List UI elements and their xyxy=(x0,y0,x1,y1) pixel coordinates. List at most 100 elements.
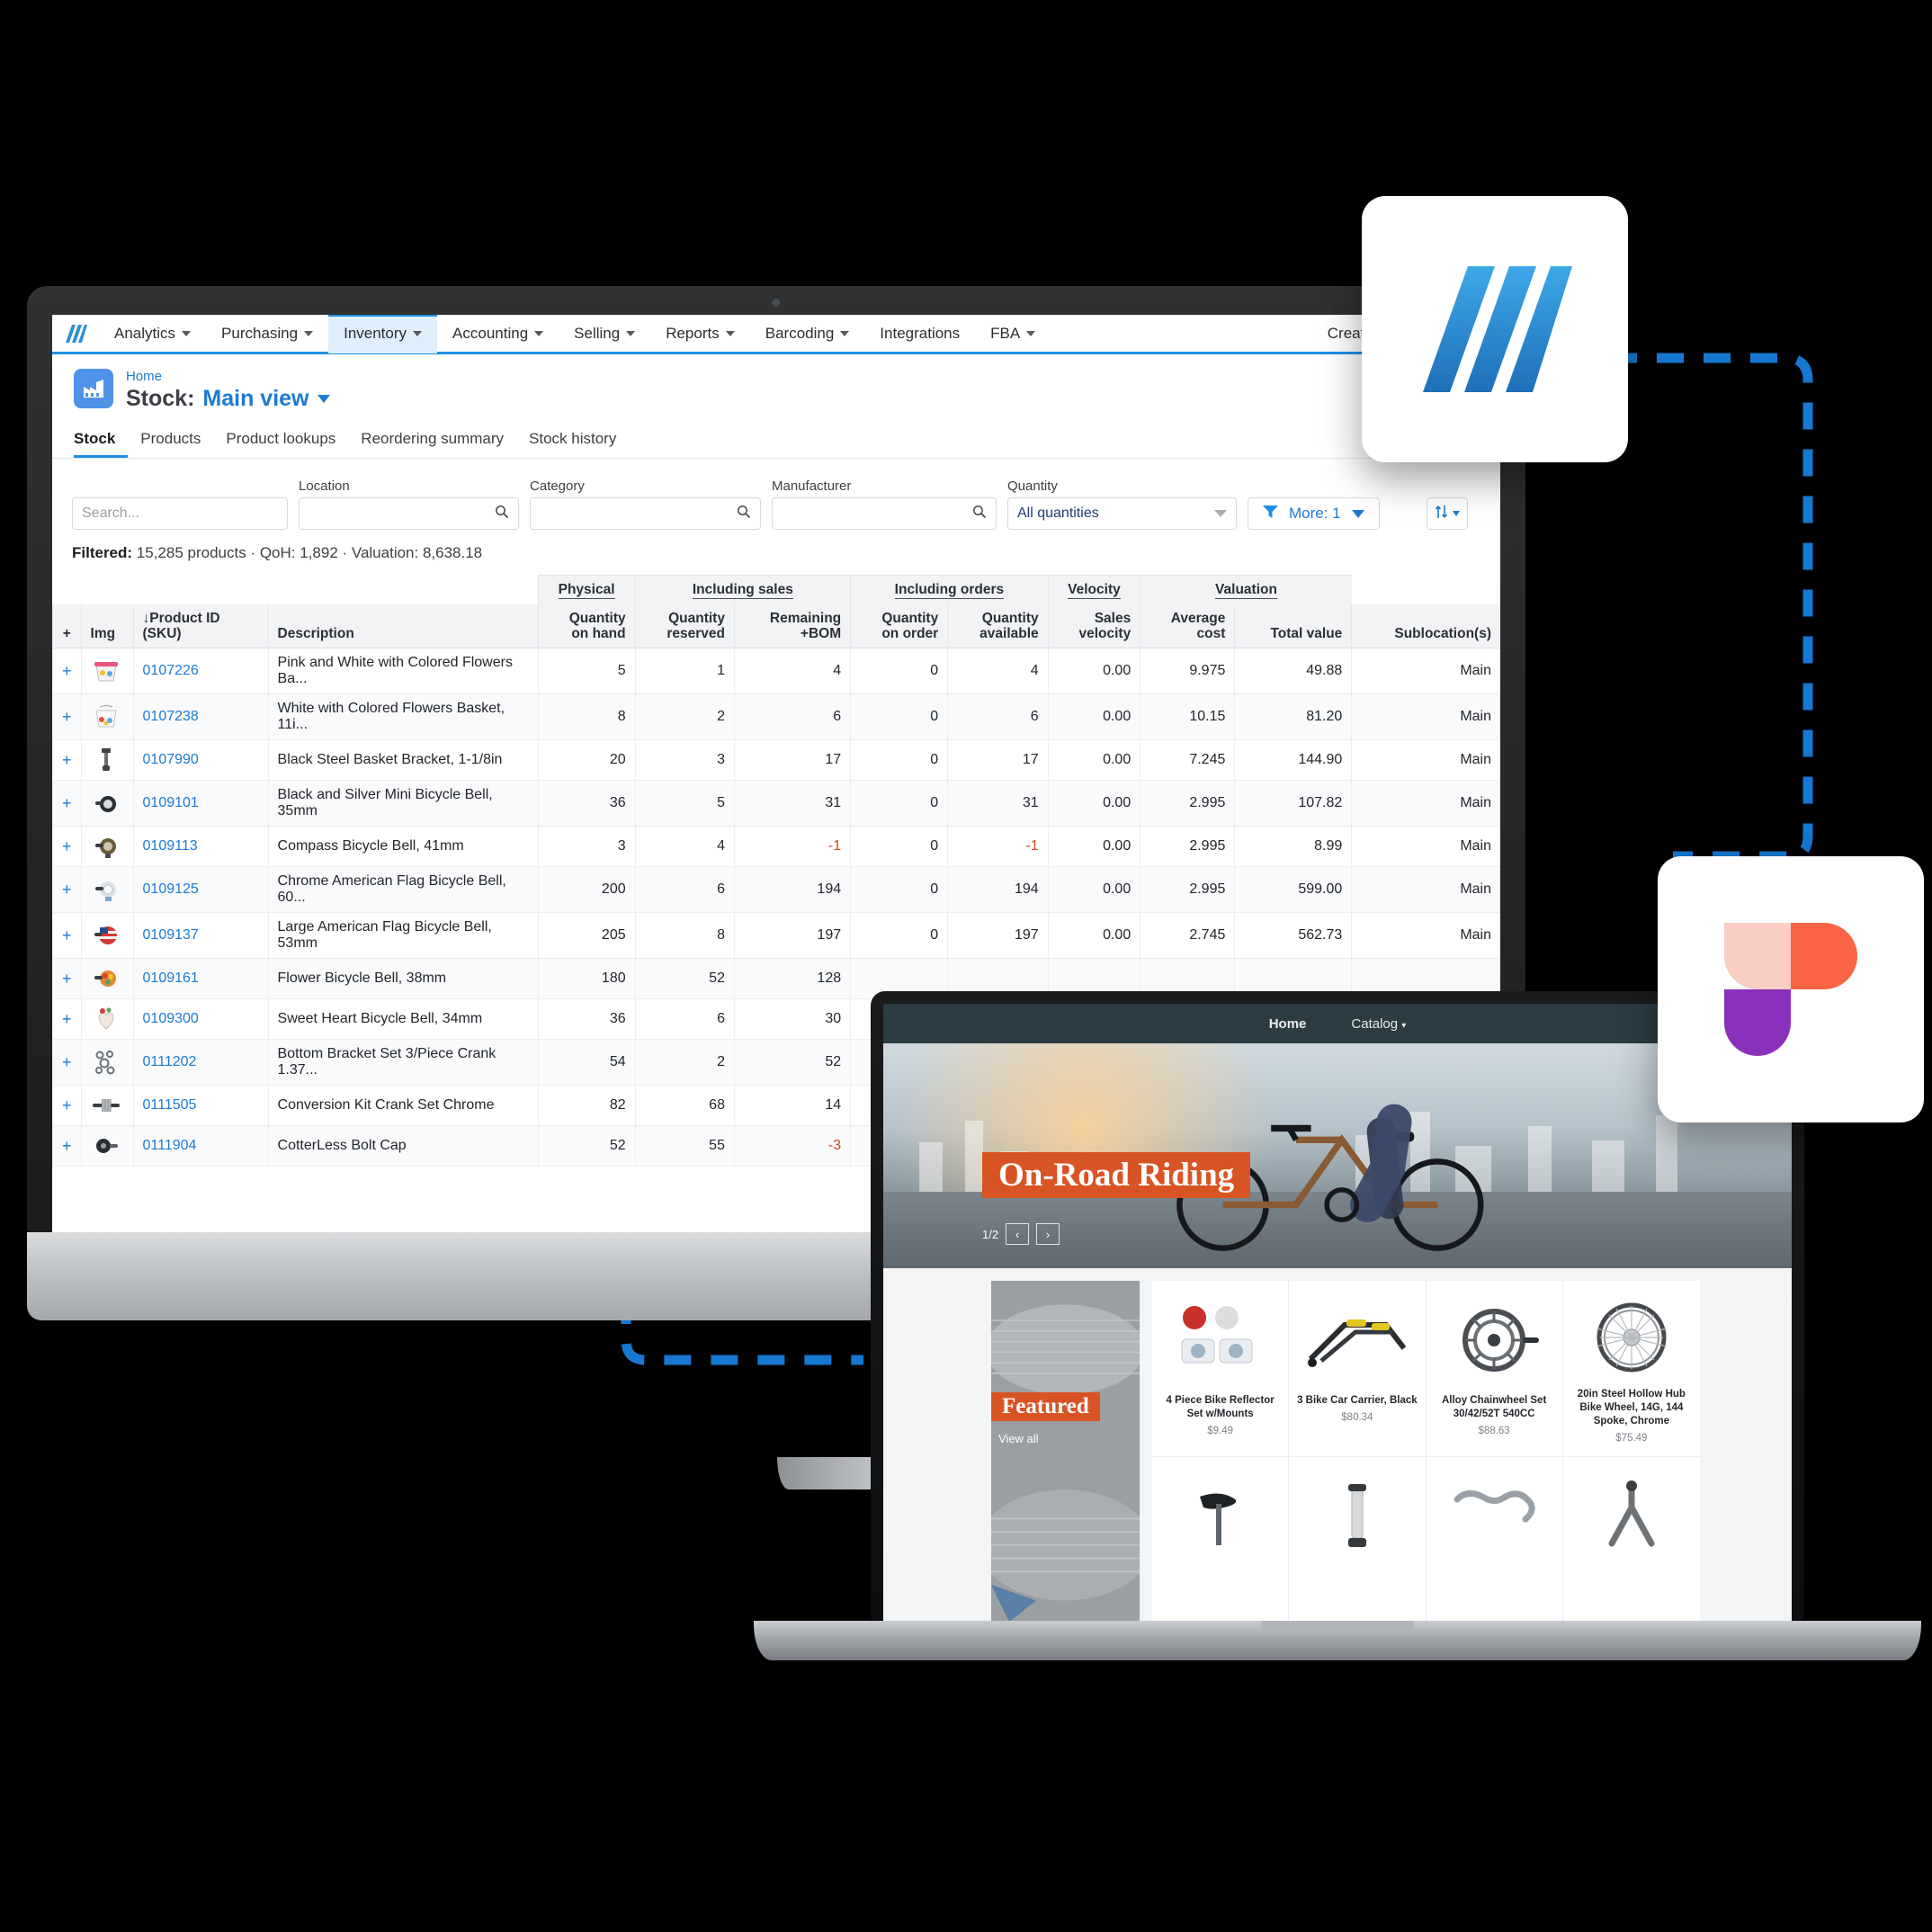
table-row[interactable]: +0109113 Compass Bicycle Bell, 41mm 3 4 -1 0-… xyxy=(52,826,1500,867)
tab-stock[interactable]: Stock xyxy=(74,430,128,458)
group-velocity[interactable]: Velocity xyxy=(1047,575,1140,604)
product-card[interactable]: Alloy Chainwheel Set 30/42/52T 540CC $88.… xyxy=(1426,1281,1563,1457)
row-expand-toggle[interactable]: + xyxy=(52,780,82,827)
hero-next-button[interactable]: › xyxy=(1036,1223,1060,1245)
row-expand-toggle[interactable]: + xyxy=(52,912,82,959)
group-including-orders[interactable]: Including orders xyxy=(850,575,1049,604)
product-card[interactable]: 4 Piece Bike Reflector Set w/Mounts $9.49 xyxy=(1152,1281,1290,1457)
expand-all-toggle[interactable]: + xyxy=(52,604,82,648)
sort-button[interactable] xyxy=(1427,497,1468,530)
cell-sku[interactable]: 0109137 xyxy=(132,912,269,959)
group-valuation[interactable]: Valuation xyxy=(1140,575,1352,604)
col-qty-on-order[interactable]: Quantity on order xyxy=(850,604,948,648)
cell-sku[interactable]: 0109125 xyxy=(132,866,269,913)
cell-sku[interactable]: 0109113 xyxy=(132,826,269,867)
product-card[interactable]: 3 Bike Car Carrier, Black $80.34 xyxy=(1289,1281,1427,1457)
col-img[interactable]: Img xyxy=(80,604,134,648)
quantity-select[interactable]: All quantities xyxy=(1007,497,1237,530)
product-card[interactable] xyxy=(1289,1457,1427,1621)
tab-product-lookups[interactable]: Product lookups xyxy=(213,430,348,458)
table-row[interactable]: +0107238 White with Colored Flowers Baske… xyxy=(52,693,1500,740)
cell-sku[interactable]: 0109161 xyxy=(132,958,269,999)
product-card[interactable]: 20in Steel Hollow Hub Bike Wheel, 14G, 1… xyxy=(1562,1281,1700,1457)
cell-sku[interactable]: 0111505 xyxy=(132,1085,269,1126)
row-expand-toggle[interactable]: + xyxy=(52,866,82,913)
nav-item-accounting[interactable]: Accounting xyxy=(437,315,559,353)
page-view-name[interactable]: Main view xyxy=(202,385,309,412)
cell-sku[interactable]: 0107990 xyxy=(132,739,269,781)
group-including-sales[interactable]: Including sales xyxy=(634,575,851,604)
col-qty-available[interactable]: Quantity available xyxy=(947,604,1049,648)
cell-sku[interactable]: 0111904 xyxy=(132,1125,269,1167)
cell-sku[interactable]: 0109101 xyxy=(132,780,269,827)
sku-link[interactable]: 0109101 xyxy=(143,795,199,810)
featured-view-all-link[interactable]: View all xyxy=(998,1432,1039,1445)
nav-item-analytics[interactable]: Analytics xyxy=(99,315,206,353)
sku-link[interactable]: 0107990 xyxy=(143,752,199,767)
col-sales-velocity[interactable]: Sales velocity xyxy=(1047,604,1140,648)
storefront-nav-home[interactable]: Home xyxy=(1266,1006,1309,1047)
group-physical[interactable]: Physical xyxy=(537,575,636,604)
sku-link[interactable]: 0111904 xyxy=(143,1138,197,1153)
product-card[interactable] xyxy=(1563,1457,1700,1621)
product-card[interactable] xyxy=(1427,1457,1563,1621)
nav-item-purchasing[interactable]: Purchasing xyxy=(206,315,328,353)
nav-item-fba[interactable]: FBA xyxy=(975,315,1051,353)
nav-item-barcoding[interactable]: Barcoding xyxy=(750,315,865,353)
col-description[interactable]: Description xyxy=(267,604,539,648)
col-average-cost[interactable]: Average cost xyxy=(1140,604,1235,648)
nav-item-selling[interactable]: Selling xyxy=(559,315,650,353)
sku-link[interactable]: 0109113 xyxy=(143,838,198,854)
location-input[interactable] xyxy=(299,497,519,530)
sku-link[interactable]: 0109300 xyxy=(143,1011,199,1026)
fishbowl-logo-icon[interactable] xyxy=(52,324,99,343)
table-row[interactable]: +0107990 Black Steel Basket Bracket, 1-1/… xyxy=(52,739,1500,781)
row-expand-toggle[interactable]: + xyxy=(52,1085,82,1126)
row-expand-toggle[interactable]: + xyxy=(52,648,82,694)
row-expand-toggle[interactable]: + xyxy=(52,998,82,1040)
row-expand-toggle[interactable]: + xyxy=(52,1039,82,1086)
sku-link[interactable]: 0109137 xyxy=(143,927,199,943)
table-row[interactable]: +0109137 Large American Flag Bicycle Bell… xyxy=(52,912,1500,959)
breadcrumb[interactable]: Home xyxy=(126,369,330,385)
hero-prev-button[interactable]: ‹ xyxy=(1006,1223,1030,1245)
nav-item-inventory[interactable]: Inventory xyxy=(328,315,438,353)
tab-stock-history[interactable]: Stock history xyxy=(516,430,629,458)
cell-sku[interactable]: 0109300 xyxy=(132,998,269,1040)
table-row[interactable]: +0109125 Chrome American Flag Bicycle Bel… xyxy=(52,866,1500,913)
col-sku[interactable]: ↓Product ID (SKU) xyxy=(132,604,269,648)
cell-sku[interactable]: 0107226 xyxy=(132,648,269,694)
col-qty-on-hand[interactable]: Quantity on hand xyxy=(537,604,636,648)
sku-link[interactable]: 0111202 xyxy=(143,1054,197,1069)
table-row[interactable]: +0107226 Pink and White with Colored Flow… xyxy=(52,648,1500,694)
storefront-nav-catalog[interactable]: Catalog ▾ xyxy=(1349,1006,1408,1042)
chevron-down-icon[interactable] xyxy=(317,394,330,403)
nav-item-reports[interactable]: Reports xyxy=(650,315,750,353)
col-sublocations[interactable]: Sublocation(s) xyxy=(1351,604,1500,648)
featured-card[interactable]: Featured View all xyxy=(991,1281,1140,1621)
sku-link[interactable]: 0107238 xyxy=(143,709,199,724)
col-total-value[interactable]: Total value xyxy=(1234,604,1352,648)
tab-products[interactable]: Products xyxy=(128,430,213,458)
figma-logo-tile[interactable] xyxy=(1658,856,1924,1123)
tab-reordering-summary[interactable]: Reordering summary xyxy=(348,430,516,458)
sku-link[interactable]: 0109161 xyxy=(143,970,199,986)
row-expand-toggle[interactable]: + xyxy=(52,693,82,740)
table-row[interactable]: +0109101 Black and Silver Mini Bicycle Be… xyxy=(52,780,1500,827)
sku-link[interactable]: 0109125 xyxy=(143,881,199,897)
more-filters-button[interactable]: More: 1 xyxy=(1248,497,1380,530)
row-expand-toggle[interactable]: + xyxy=(52,826,82,867)
col-remaining-bom[interactable]: Remaining +BOM xyxy=(733,604,851,648)
search-input[interactable]: Search... xyxy=(72,497,288,530)
nav-item-integrations[interactable]: Integrations xyxy=(864,315,975,353)
fishbowl-logo-tile[interactable] xyxy=(1362,196,1628,462)
manufacturer-input[interactable] xyxy=(772,497,997,530)
row-expand-toggle[interactable]: + xyxy=(52,1125,82,1167)
sku-link[interactable]: 0107226 xyxy=(143,663,199,678)
cell-sku[interactable]: 0107238 xyxy=(132,693,269,740)
row-expand-toggle[interactable]: + xyxy=(52,739,82,781)
product-card[interactable] xyxy=(1152,1457,1290,1621)
cell-sku[interactable]: 0111202 xyxy=(132,1039,269,1086)
row-expand-toggle[interactable]: + xyxy=(52,958,82,999)
category-input[interactable] xyxy=(530,497,761,530)
